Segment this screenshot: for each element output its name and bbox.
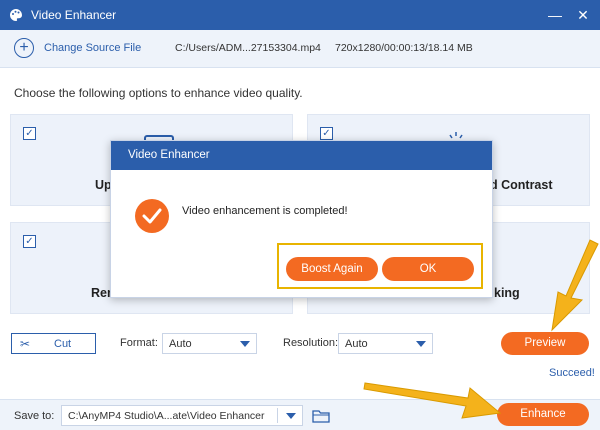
folder-icon[interactable] — [312, 409, 330, 423]
format-select[interactable]: Auto — [162, 333, 257, 354]
palette-icon — [10, 9, 22, 21]
window-title: Video Enhancer — [31, 8, 117, 22]
chevron-down-icon — [240, 341, 250, 347]
resolution-value: Auto — [345, 338, 368, 350]
boost-again-button[interactable]: Boost Again — [286, 257, 378, 281]
option-checkbox[interactable]: ✓ — [23, 235, 36, 248]
cut-label: Cut — [54, 338, 72, 350]
change-source-link[interactable]: Change Source File — [44, 42, 141, 54]
option-label: d Contrast — [490, 178, 553, 192]
plus-circle-icon[interactable]: + — [14, 38, 34, 58]
instruction-text: Choose the following options to enhance … — [14, 86, 303, 100]
close-button[interactable]: ✕ — [573, 5, 593, 25]
status-text: Succeed! — [549, 367, 595, 379]
save-path-select[interactable]: C:\AnyMP4 Studio\A...ate\Video Enhancer — [61, 405, 303, 426]
resolution-label: Resolution: — [283, 337, 339, 349]
chevron-down-icon — [416, 341, 426, 347]
save-path-value: C:\AnyMP4 Studio\A...ate\Video Enhancer — [68, 410, 265, 422]
ok-button[interactable]: OK — [382, 257, 474, 281]
divider — [277, 408, 278, 423]
format-value: Auto — [169, 338, 192, 350]
dialog-message: Video enhancement is completed! — [182, 205, 348, 217]
format-label: Format: — [120, 337, 158, 349]
check-circle-icon — [135, 199, 169, 233]
preview-button[interactable]: Preview — [501, 332, 589, 355]
option-checkbox[interactable]: ✓ — [320, 127, 333, 140]
resolution-select[interactable]: Auto — [338, 333, 433, 354]
chevron-down-icon[interactable] — [286, 413, 296, 419]
title-bar: Video Enhancer — ✕ — [0, 0, 600, 30]
file-path: C:/Users/ADM...27153304.mp4 — [175, 42, 321, 54]
completion-dialog: Video Enhancer Video enhancement is comp… — [110, 140, 493, 298]
option-label: king — [494, 286, 520, 300]
cut-button[interactable]: ✂ Cut — [11, 333, 96, 354]
enhance-button[interactable]: Enhance — [497, 403, 589, 426]
source-bar: + Change Source File C:/Users/ADM...2715… — [0, 30, 600, 68]
dialog-title-bar: Video Enhancer — [111, 141, 492, 170]
dialog-title: Video Enhancer — [128, 149, 210, 161]
save-to-label: Save to: — [14, 410, 55, 422]
scissors-icon: ✂ — [20, 337, 31, 351]
option-checkbox[interactable]: ✓ — [23, 127, 36, 140]
file-info: 720x1280/00:00:13/18.14 MB — [335, 42, 473, 54]
minimize-button[interactable]: — — [545, 5, 565, 25]
